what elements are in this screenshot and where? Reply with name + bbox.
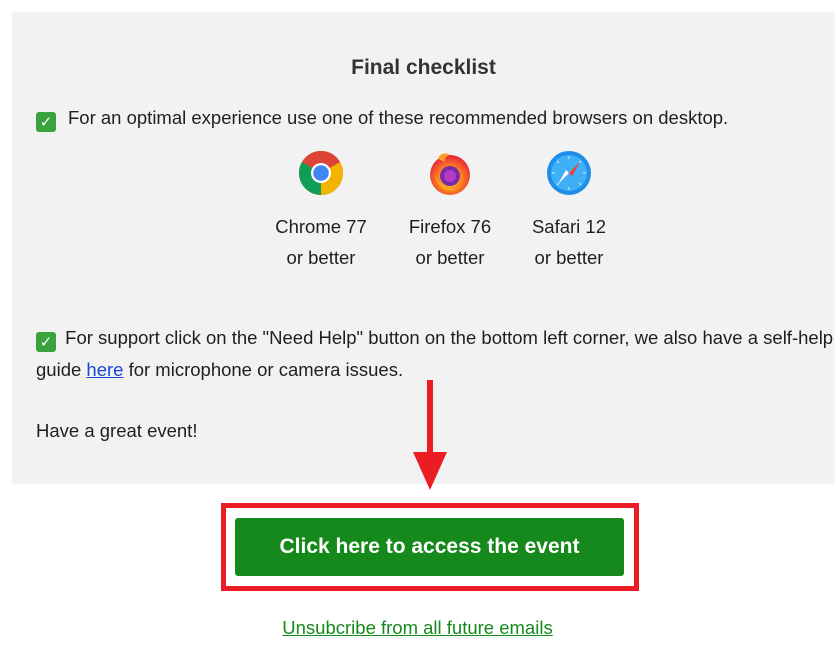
checkmark-icon: ✓: [36, 112, 56, 132]
self-help-link[interactable]: here: [86, 359, 123, 380]
safari-icon: [547, 151, 591, 195]
support-text-end: for microphone or camera issues.: [123, 359, 404, 380]
greeting-text: Have a great event!: [36, 420, 198, 441]
browser-item-chrome: Chrome 77 or better: [261, 149, 381, 273]
browser-name: Safari 12: [531, 216, 607, 237]
checkmark-icon: ✓: [36, 332, 56, 352]
browser-version-note: or better: [415, 247, 485, 268]
browser-version-note: or better: [286, 247, 356, 268]
browser-recommendation-text: For an optimal experience use one of the…: [68, 107, 729, 128]
chrome-icon: [299, 151, 343, 195]
browser-recommendation: ✓ For an optimal experience use one of th…: [36, 107, 728, 132]
support-paragraph: ✓ For support click on the "Need Help" b…: [36, 322, 835, 386]
unsubscribe-link[interactable]: Unsubcribe from all future emails: [0, 617, 835, 639]
browser-name: Firefox 76: [408, 216, 492, 237]
browser-item-safari: Safari 12 or better: [509, 149, 629, 273]
browser-name: Chrome 77: [275, 216, 367, 237]
firefox-icon: [430, 153, 470, 195]
access-event-button[interactable]: Click here to access the event: [235, 518, 624, 576]
browser-version-note: or better: [534, 247, 604, 268]
checklist-title: Final checklist: [351, 56, 496, 79]
checklist-panel: Final checklist ✓ For an optimal experien…: [12, 12, 835, 484]
browser-item-firefox: Firefox 76 or better: [390, 149, 510, 273]
